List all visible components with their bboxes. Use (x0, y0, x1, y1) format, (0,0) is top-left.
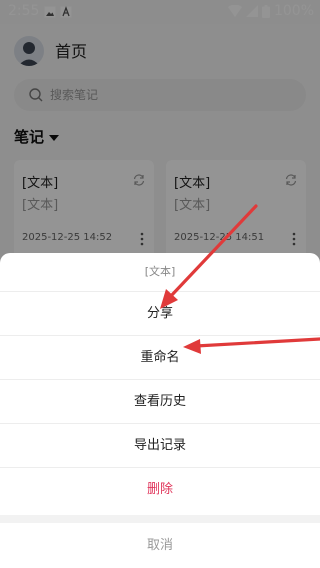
sheet-divider (0, 515, 320, 523)
export-records-option[interactable]: 导出记录 (0, 423, 320, 467)
view-history-option[interactable]: 查看历史 (0, 379, 320, 423)
cancel-button[interactable]: 取消 (0, 523, 320, 568)
action-sheet: [文本] 分享 重命名 查看历史 导出记录 删除 取消 (0, 253, 320, 568)
sheet-title: [文本] (144, 265, 176, 278)
rename-option[interactable]: 重命名 (0, 335, 320, 379)
share-option[interactable]: 分享 (0, 291, 320, 335)
delete-option[interactable]: 删除 (0, 467, 320, 511)
